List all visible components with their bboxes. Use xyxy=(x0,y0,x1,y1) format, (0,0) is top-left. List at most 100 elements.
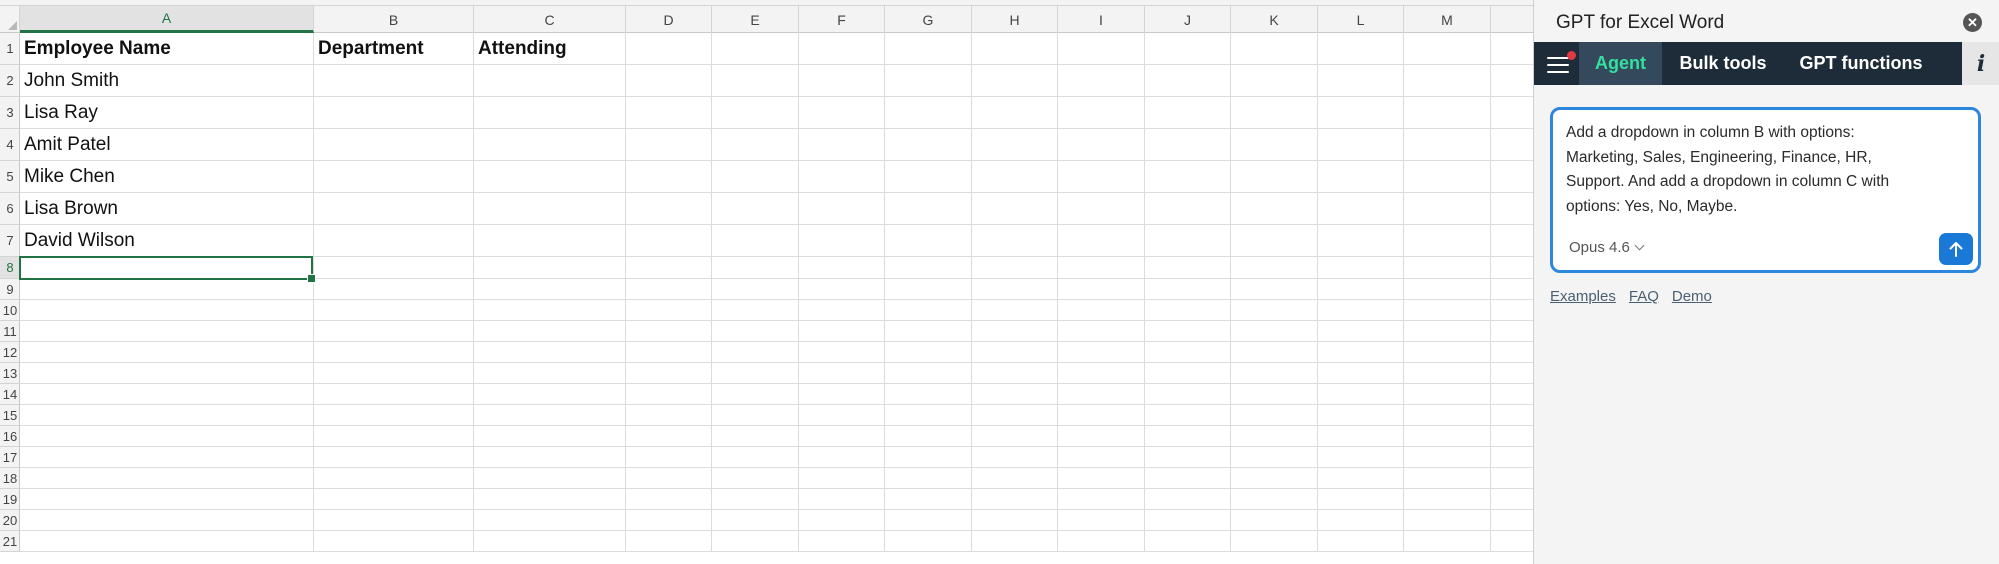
cell[interactable] xyxy=(1058,489,1145,510)
column-header-k[interactable]: K xyxy=(1231,6,1318,33)
tab-bulk-tools[interactable]: Bulk tools xyxy=(1668,42,1778,85)
cell[interactable] xyxy=(712,279,799,300)
cell[interactable] xyxy=(1231,225,1318,257)
cell[interactable] xyxy=(1058,225,1145,257)
cell[interactable] xyxy=(885,363,972,384)
cell[interactable] xyxy=(1404,97,1491,129)
cell[interactable] xyxy=(712,468,799,489)
cell[interactable] xyxy=(1318,65,1404,97)
cell[interactable] xyxy=(314,225,474,257)
cell[interactable] xyxy=(474,363,626,384)
cell[interactable] xyxy=(1404,447,1491,468)
cell[interactable] xyxy=(1318,447,1404,468)
cell[interactable] xyxy=(626,97,712,129)
cell[interactable] xyxy=(314,129,474,161)
cell[interactable] xyxy=(1145,363,1231,384)
cell[interactable] xyxy=(20,279,314,300)
cell[interactable] xyxy=(1231,447,1318,468)
cell[interactable] xyxy=(1318,405,1404,426)
cell[interactable] xyxy=(1404,531,1491,552)
cell[interactable] xyxy=(1491,489,1533,510)
cell[interactable] xyxy=(626,426,712,447)
cell[interactable] xyxy=(626,363,712,384)
cell[interactable] xyxy=(1231,300,1318,321)
cell[interactable] xyxy=(474,97,626,129)
cell[interactable] xyxy=(474,405,626,426)
cell[interactable] xyxy=(626,342,712,363)
cell[interactable] xyxy=(1404,193,1491,225)
cell[interactable] xyxy=(1058,363,1145,384)
cell[interactable] xyxy=(1058,384,1145,405)
cell[interactable] xyxy=(1318,97,1404,129)
cell[interactable] xyxy=(1404,33,1491,65)
cell[interactable] xyxy=(474,342,626,363)
cell[interactable] xyxy=(1404,384,1491,405)
cell[interactable] xyxy=(712,161,799,193)
employee-name-cell[interactable]: Mike Chen xyxy=(20,161,314,193)
cell[interactable] xyxy=(885,426,972,447)
cell[interactable] xyxy=(712,489,799,510)
info-icon[interactable]: i xyxy=(1962,42,1999,85)
cell[interactable] xyxy=(885,405,972,426)
cell[interactable] xyxy=(626,300,712,321)
cell[interactable] xyxy=(1058,468,1145,489)
cell[interactable] xyxy=(1145,510,1231,531)
cell[interactable] xyxy=(1231,161,1318,193)
cell[interactable] xyxy=(1491,129,1533,161)
cell[interactable] xyxy=(972,426,1058,447)
cell[interactable] xyxy=(972,257,1058,279)
cell[interactable] xyxy=(1145,426,1231,447)
cell[interactable] xyxy=(885,531,972,552)
cell[interactable] xyxy=(1145,33,1231,65)
row-header[interactable]: 3 xyxy=(0,97,20,129)
cell[interactable] xyxy=(799,225,885,257)
cell[interactable] xyxy=(1058,33,1145,65)
cell[interactable] xyxy=(799,257,885,279)
cell[interactable] xyxy=(885,384,972,405)
cell[interactable] xyxy=(1058,129,1145,161)
cell[interactable] xyxy=(799,279,885,300)
cell[interactable] xyxy=(314,321,474,342)
employee-name-cell[interactable]: David Wilson xyxy=(20,225,314,257)
cell[interactable] xyxy=(1231,426,1318,447)
cell[interactable] xyxy=(1231,489,1318,510)
cell[interactable] xyxy=(1058,161,1145,193)
cell[interactable] xyxy=(626,384,712,405)
cell[interactable] xyxy=(972,510,1058,531)
cell[interactable] xyxy=(474,279,626,300)
column-header-l[interactable]: L xyxy=(1318,6,1404,33)
row-header[interactable]: 12 xyxy=(0,342,20,363)
cell[interactable] xyxy=(885,321,972,342)
cell[interactable] xyxy=(1058,97,1145,129)
cell[interactable] xyxy=(1058,405,1145,426)
cell[interactable] xyxy=(972,161,1058,193)
cell[interactable] xyxy=(314,300,474,321)
cell[interactable] xyxy=(1318,33,1404,65)
cell[interactable] xyxy=(1231,257,1318,279)
cell[interactable] xyxy=(1318,193,1404,225)
row-header[interactable]: 16 xyxy=(0,426,20,447)
cell[interactable] xyxy=(1058,531,1145,552)
cell[interactable] xyxy=(799,426,885,447)
cell[interactable] xyxy=(1404,510,1491,531)
cell[interactable] xyxy=(972,225,1058,257)
cell[interactable] xyxy=(474,225,626,257)
cell[interactable] xyxy=(626,225,712,257)
cell[interactable] xyxy=(885,161,972,193)
cell[interactable] xyxy=(1404,225,1491,257)
cell[interactable] xyxy=(626,257,712,279)
column-header-n[interactable]: N xyxy=(1491,6,1533,33)
cell[interactable] xyxy=(474,531,626,552)
cell[interactable] xyxy=(799,65,885,97)
cell[interactable] xyxy=(1318,257,1404,279)
cell[interactable] xyxy=(712,225,799,257)
cell[interactable] xyxy=(626,510,712,531)
cell[interactable] xyxy=(20,384,314,405)
cell[interactable] xyxy=(1318,426,1404,447)
cell[interactable] xyxy=(1404,405,1491,426)
cell[interactable] xyxy=(20,489,314,510)
cell[interactable] xyxy=(474,193,626,225)
cell[interactable] xyxy=(799,161,885,193)
cell[interactable] xyxy=(972,531,1058,552)
cell[interactable] xyxy=(1058,193,1145,225)
